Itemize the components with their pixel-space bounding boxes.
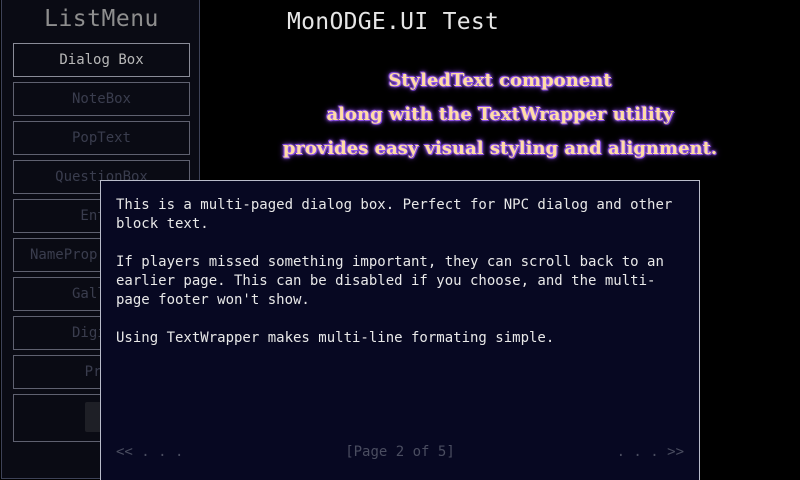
- page-indicator: [Page 2 of 5]: [345, 444, 455, 460]
- styled-text-banner: StyledText component along with the Text…: [270, 64, 730, 166]
- menu-item-dialog-box[interactable]: Dialog Box: [13, 43, 190, 77]
- app-title: MonODGE.UI Test: [287, 9, 500, 35]
- next-page-button[interactable]: . . . >>: [617, 444, 684, 460]
- dialog-paragraph-2: If players missed something important, t…: [116, 254, 664, 308]
- styled-text-line-2: along with the TextWrapper utility: [326, 104, 674, 125]
- dialog-paragraph-1: This is a multi-paged dialog box. Perfec…: [116, 197, 673, 232]
- list-menu-title: ListMenu: [44, 6, 159, 32]
- dialog-paragraph-3: Using TextWrapper makes multi-line forma…: [116, 330, 555, 346]
- menu-item-notebox[interactable]: NoteBox: [13, 82, 190, 116]
- menu-item-poptext[interactable]: PopText: [13, 121, 190, 155]
- styled-text-line-1: StyledText component: [388, 70, 612, 91]
- dialog-box[interactable]: This is a multi-paged dialog box. Perfec…: [100, 180, 700, 480]
- dialog-body: This is a multi-paged dialog box. Perfec…: [116, 196, 686, 367]
- styled-text-line-3: provides easy visual styling and alignme…: [282, 138, 718, 159]
